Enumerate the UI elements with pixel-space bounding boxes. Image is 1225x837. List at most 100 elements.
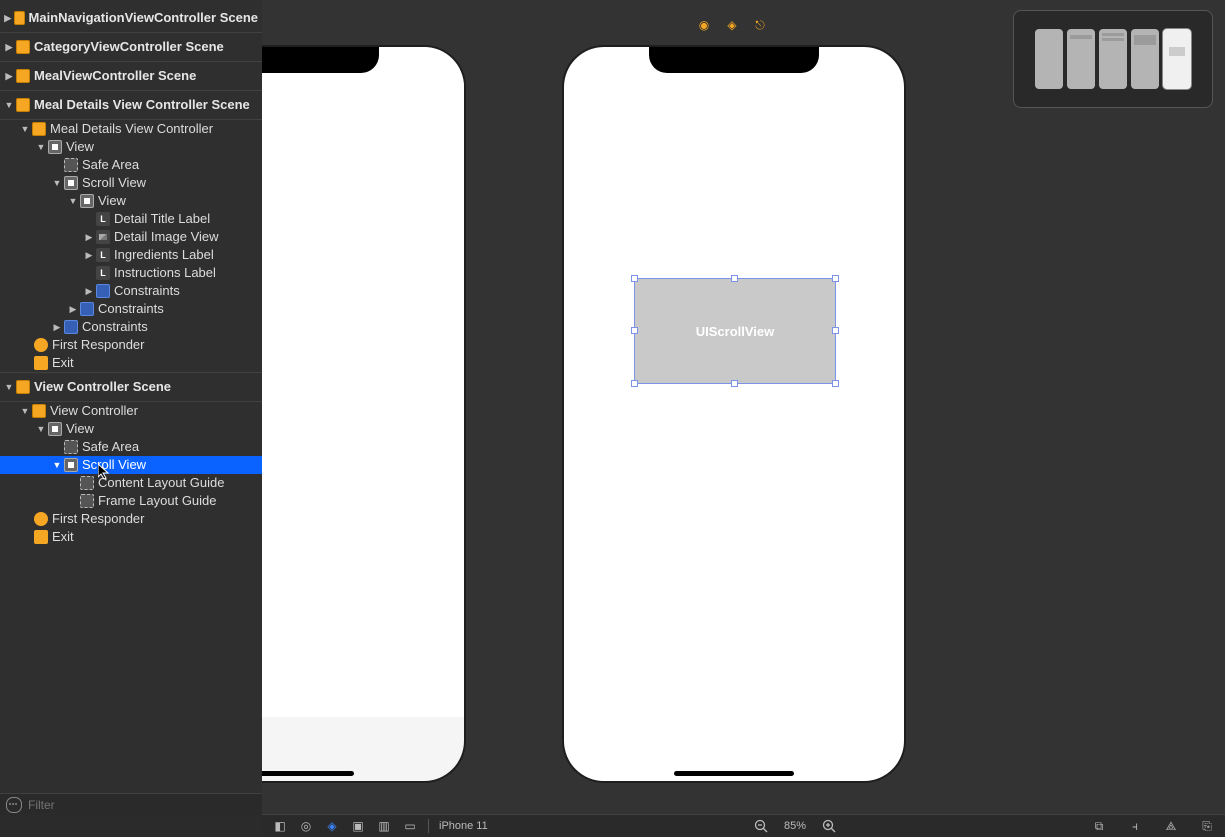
layoutguide-icon <box>80 494 94 508</box>
row-detail-image[interactable]: ▶ Detail Image View <box>0 228 262 246</box>
row-ingredients[interactable]: ▶ Ingredients Label <box>0 246 262 264</box>
row-scroll-view[interactable]: ▼ Scroll View <box>0 174 262 192</box>
resize-handle-ne[interactable] <box>832 275 839 282</box>
row-label: Scroll View <box>82 456 146 474</box>
device-orientation-icon[interactable]: ▭ <box>402 818 418 834</box>
scene-icon <box>16 40 30 54</box>
embed-tool-icon[interactable]: ⎘ <box>1199 818 1215 834</box>
toggle-outline-icon[interactable]: ◧ <box>272 818 288 834</box>
disclosure-icon[interactable]: ▼ <box>20 406 30 416</box>
row-detail-title[interactable]: Detail Title Label <box>0 210 262 228</box>
disclosure-icon[interactable]: ▼ <box>4 382 14 392</box>
disclosure-icon[interactable]: ▶ <box>68 304 78 314</box>
scene-meal-details[interactable]: ▼ Meal Details View Controller Scene <box>0 91 262 120</box>
minimap-scene[interactable] <box>1067 29 1095 89</box>
zoom-out-icon[interactable] <box>753 818 769 834</box>
scene-category[interactable]: ▶ CategoryViewController Scene <box>0 33 262 62</box>
minimap-scene-current[interactable] <box>1163 29 1191 89</box>
zoom-in-icon[interactable] <box>821 818 837 834</box>
left-scene-title[interactable]: ontroller <box>262 17 352 33</box>
zoom-percentage[interactable]: 85% <box>779 820 811 832</box>
label-icon <box>96 266 110 280</box>
row-constraints[interactable]: ▶ Constraints <box>0 282 262 300</box>
scene-meal[interactable]: ▶ MealViewController Scene <box>0 62 262 91</box>
row-frame-layout-guide[interactable]: Frame Layout Guide <box>0 492 262 510</box>
disclosure-icon[interactable]: ▼ <box>36 424 46 434</box>
device-preview-left[interactable] <box>262 47 464 781</box>
row-exit[interactable]: Exit <box>0 528 262 546</box>
disclosure-icon[interactable]: ▶ <box>4 13 12 23</box>
row-meal-details-vc[interactable]: ▼ Meal Details View Controller <box>0 120 262 138</box>
disclosure-icon[interactable]: ▶ <box>84 232 94 242</box>
disclosure-icon[interactable]: ▶ <box>84 250 94 260</box>
shield-icon[interactable]: ◉ <box>697 18 711 32</box>
row-scroll-view-selected[interactable]: ▼ Scroll View <box>0 456 262 474</box>
row-label: Content Layout Guide <box>98 474 224 492</box>
ib-canvas[interactable]: ontroller ◉ ◈ ⎋ UIScrollView <box>262 0 1225 815</box>
disclosure-icon[interactable]: ▶ <box>4 71 14 81</box>
disclosure-icon[interactable]: ▼ <box>52 178 62 188</box>
resize-handle-s[interactable] <box>731 380 738 387</box>
row-view-controller[interactable]: ▼ View Controller <box>0 402 262 420</box>
row-inner-view[interactable]: ▼ View <box>0 192 262 210</box>
row-exit[interactable]: Exit <box>0 354 262 372</box>
row-safe-area[interactable]: Safe Area <box>0 156 262 174</box>
device-preview-main[interactable]: UIScrollView <box>564 47 904 781</box>
disclosure-icon[interactable]: ▼ <box>52 460 62 470</box>
disclosure-icon[interactable]: ▶ <box>4 42 14 52</box>
scene-view-controller[interactable]: ▼ View Controller Scene <box>0 372 262 402</box>
scene-icon <box>16 380 30 394</box>
minimap-scene[interactable] <box>1099 29 1127 89</box>
row-view[interactable]: ▼ View <box>0 138 262 156</box>
row-label: Detail Image View <box>114 228 219 246</box>
disclosure-icon[interactable]: ▼ <box>4 100 14 110</box>
canvas-minimap[interactable] <box>1013 10 1213 108</box>
row-label: Scroll View <box>82 174 146 192</box>
row-instructions[interactable]: Instructions Label <box>0 264 262 282</box>
disclosure-icon[interactable]: ▼ <box>68 196 78 206</box>
minimap-scene[interactable] <box>1035 29 1063 89</box>
row-safe-area[interactable]: Safe Area <box>0 438 262 456</box>
resize-handle-w[interactable] <box>631 327 638 334</box>
disclosure-icon[interactable]: ▶ <box>52 322 62 332</box>
row-view[interactable]: ▼ View <box>0 420 262 438</box>
device-select[interactable]: iPhone 11 <box>429 820 519 832</box>
filter-icon[interactable] <box>6 797 22 813</box>
pin-tool-icon[interactable]: ⫞ <box>1127 818 1143 834</box>
row-label: View <box>66 138 94 156</box>
resize-handle-nw[interactable] <box>631 275 638 282</box>
adjust-editor-icon[interactable]: ◈ <box>324 818 340 834</box>
align-tool-icon[interactable]: ⧉ <box>1091 818 1107 834</box>
resize-handle-n[interactable] <box>731 275 738 282</box>
disclosure-icon[interactable]: ▼ <box>20 124 30 134</box>
row-label: View <box>98 192 126 210</box>
disclosure-icon[interactable]: ▶ <box>84 286 94 296</box>
row-label: First Responder <box>52 336 144 354</box>
canvas-scrollview[interactable]: UIScrollView <box>634 278 836 384</box>
resolve-tool-icon[interactable]: ⟁ <box>1163 818 1179 834</box>
outline-filter <box>0 793 262 815</box>
row-label: Detail Title Label <box>114 210 210 228</box>
row-first-responder[interactable]: First Responder <box>0 510 262 528</box>
resize-handle-se[interactable] <box>832 380 839 387</box>
row-label: Constraints <box>114 282 180 300</box>
row-first-responder[interactable]: First Responder <box>0 336 262 354</box>
document-outline: ▶ MainNavigationViewController Scene ▶ C… <box>0 0 263 815</box>
row-label: First Responder <box>52 510 144 528</box>
scene-main-nav[interactable]: ▶ MainNavigationViewController Scene <box>0 4 262 33</box>
resize-handle-sw[interactable] <box>631 380 638 387</box>
assistant-icon[interactable]: ◎ <box>298 818 314 834</box>
disclosure-icon[interactable]: ▼ <box>36 142 46 152</box>
row-constraints[interactable]: ▶ Constraints <box>0 300 262 318</box>
minimap-scene[interactable] <box>1131 29 1159 89</box>
safearea-icon <box>64 158 78 172</box>
row-content-layout-guide[interactable]: Content Layout Guide <box>0 474 262 492</box>
exit-icon[interactable]: ⎋ <box>753 18 767 32</box>
resize-handle-e[interactable] <box>832 327 839 334</box>
embed-in-icon[interactable]: ▣ <box>350 818 366 834</box>
filter-input[interactable] <box>26 797 256 813</box>
canvas-bottom-toolbar: ◧ ◎ ◈ ▣ ▥ ▭ iPhone 11 85% ⧉ ⫞ ⟁ ⎘ <box>262 814 1225 837</box>
vary-traits-icon[interactable]: ▥ <box>376 818 392 834</box>
first-responder-icon[interactable]: ◈ <box>725 18 739 32</box>
row-constraints[interactable]: ▶ Constraints <box>0 318 262 336</box>
